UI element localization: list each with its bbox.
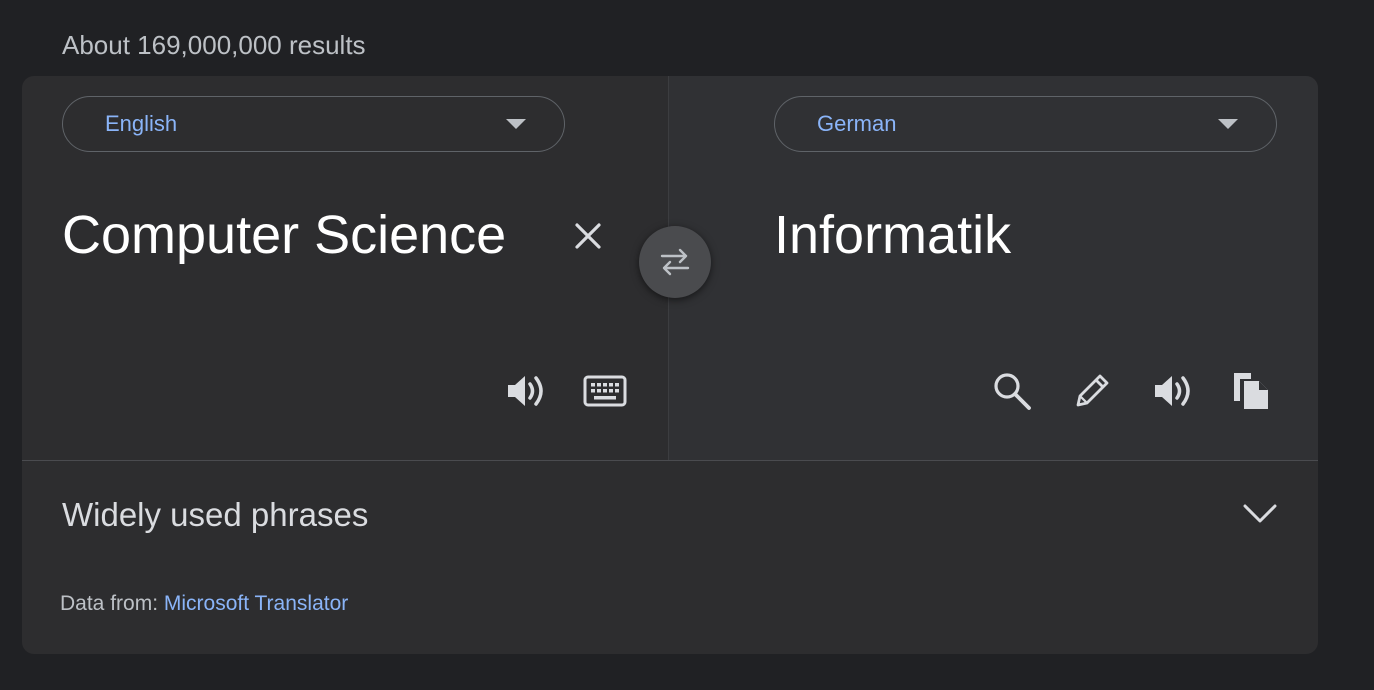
widely-used-phrases-toggle[interactable]: Widely used phrases bbox=[62, 496, 368, 534]
caret-down-icon bbox=[506, 119, 526, 129]
translated-text: Informatik bbox=[774, 205, 1012, 265]
edit-button[interactable] bbox=[1069, 368, 1115, 414]
target-pane: German Informatik bbox=[669, 76, 1318, 461]
microsoft-translator-link[interactable]: Microsoft Translator bbox=[164, 592, 348, 615]
target-language-select[interactable]: German bbox=[774, 96, 1277, 152]
swap-languages-button[interactable] bbox=[639, 226, 711, 298]
keyboard-button[interactable] bbox=[582, 368, 628, 414]
source-language-label: English bbox=[105, 111, 178, 136]
speaker-icon bbox=[508, 376, 543, 406]
caret-down-icon bbox=[1218, 119, 1238, 129]
phrases-expand-button[interactable] bbox=[1242, 500, 1278, 528]
pencil-icon bbox=[1076, 374, 1109, 407]
target-language-label: German bbox=[817, 111, 897, 136]
section-divider bbox=[22, 460, 1318, 461]
swap-icon bbox=[660, 248, 690, 276]
keyboard-icon bbox=[583, 375, 627, 407]
clear-button[interactable] bbox=[570, 218, 606, 254]
search-icon bbox=[994, 373, 1031, 410]
speaker-icon bbox=[1155, 376, 1190, 406]
translate-card: English Computer Science German Informat… bbox=[22, 76, 1318, 654]
copy-button[interactable] bbox=[1229, 368, 1275, 414]
copy-icon bbox=[1234, 373, 1268, 409]
target-listen-button[interactable] bbox=[1149, 368, 1195, 414]
chevron-down-icon bbox=[1243, 504, 1277, 523]
source-text-input[interactable]: Computer Science bbox=[62, 204, 506, 266]
results-count: About 169,000,000 results bbox=[62, 30, 366, 60]
source-language-select[interactable]: English bbox=[62, 96, 565, 152]
data-source-prefix: Data from: bbox=[60, 592, 159, 615]
data-source: Data from: Microsoft Translator bbox=[60, 592, 348, 616]
search-button[interactable] bbox=[989, 368, 1035, 414]
close-icon bbox=[575, 223, 601, 249]
source-listen-button[interactable] bbox=[502, 368, 548, 414]
source-pane: English Computer Science bbox=[22, 76, 669, 461]
